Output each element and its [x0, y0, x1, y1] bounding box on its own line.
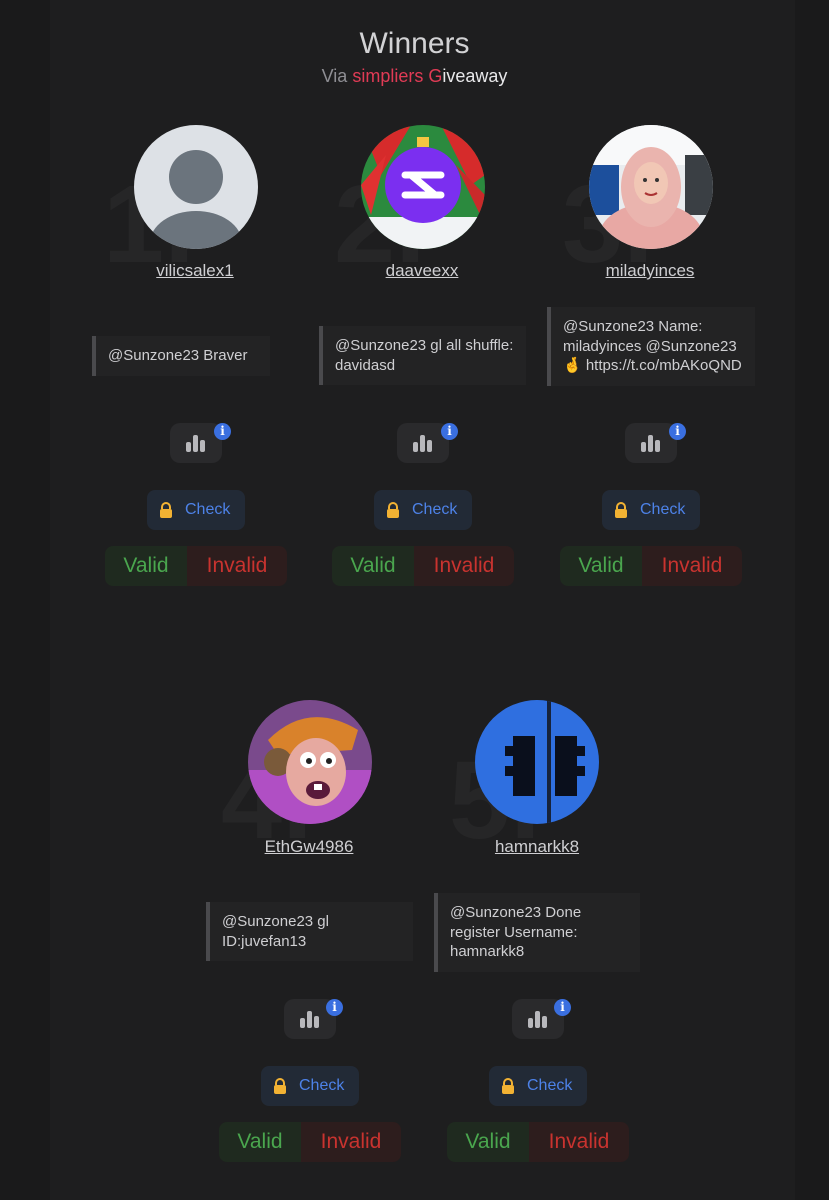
page-title: Winners	[359, 27, 470, 60]
lock-icon	[502, 1078, 514, 1094]
winner-comment: @Sunzone23 Done register Username: hamna…	[434, 893, 640, 972]
winner-card-5: 5. hamnarkk8 @Sunzone23 Done register Us…	[434, 696, 640, 1166]
bar-chart-icon	[413, 434, 435, 452]
validation-group: Valid Invalid	[447, 1122, 629, 1162]
validation-group: Valid Invalid	[219, 1122, 401, 1162]
valid-button[interactable]: Valid	[560, 546, 642, 586]
traffic-light-avatar[interactable]	[475, 700, 599, 824]
lock-icon	[160, 502, 172, 518]
bar-chart-icon	[300, 1010, 322, 1028]
winner-username[interactable]: daaveexx	[322, 261, 522, 281]
check-label: Check	[527, 1077, 573, 1094]
bar-chart-icon	[641, 434, 663, 452]
winner-card-3: 3. miladyinces @Sunzone23 Name: miladyin…	[547, 120, 755, 590]
check-button[interactable]: Check	[489, 1066, 587, 1106]
validation-group: Valid Invalid	[105, 546, 287, 586]
winner-username[interactable]: EthGw4986	[209, 837, 409, 857]
valid-button[interactable]: Valid	[447, 1122, 529, 1162]
lock-icon	[615, 502, 627, 518]
info-icon[interactable]: i	[214, 423, 231, 440]
invalid-button[interactable]: Invalid	[187, 546, 287, 586]
winner-comment: @Sunzone23 Name: miladyinces @Sunzone23 …	[547, 307, 755, 386]
brand-name[interactable]: simpliers Giveaway	[352, 66, 507, 86]
info-icon[interactable]: i	[669, 423, 686, 440]
via-label: Via	[321, 66, 348, 86]
invalid-button[interactable]: Invalid	[642, 546, 742, 586]
check-label: Check	[412, 501, 458, 518]
check-label: Check	[185, 501, 231, 518]
check-button[interactable]: Check	[261, 1066, 359, 1106]
validation-group: Valid Invalid	[560, 546, 742, 586]
winner-username[interactable]: miladyinces	[550, 261, 750, 281]
winner-card-4: 4. EthGw4986 @Sunzone23 gl ID:juvefan13 …	[206, 696, 413, 1166]
winner-card-2: 2. daaveexx @Sunzone23 gl all shuffle: d…	[319, 120, 526, 590]
info-icon[interactable]: i	[554, 999, 571, 1016]
info-icon[interactable]: i	[326, 999, 343, 1016]
check-label: Check	[640, 501, 686, 518]
winner-card-1: 1. vilicsalex1 @Sunzone23 Braver i Check…	[92, 120, 295, 590]
valid-button[interactable]: Valid	[105, 546, 187, 586]
check-label: Check	[299, 1077, 345, 1094]
valid-button[interactable]: Valid	[219, 1122, 301, 1162]
photo-avatar[interactable]	[589, 125, 713, 249]
check-button[interactable]: Check	[147, 490, 245, 530]
invalid-button[interactable]: Invalid	[414, 546, 514, 586]
invalid-button[interactable]: Invalid	[529, 1122, 629, 1162]
bar-chart-icon	[528, 1010, 550, 1028]
lock-icon	[274, 1078, 286, 1094]
lock-icon	[387, 502, 399, 518]
invalid-button[interactable]: Invalid	[301, 1122, 401, 1162]
info-icon[interactable]: i	[441, 423, 458, 440]
ornament-logo-avatar[interactable]	[361, 125, 485, 249]
check-button[interactable]: Check	[374, 490, 472, 530]
valid-button[interactable]: Valid	[332, 546, 414, 586]
winner-comment: @Sunzone23 Braver	[92, 336, 270, 376]
cartoon-avatar[interactable]	[248, 700, 372, 824]
default-avatar-icon[interactable]	[134, 125, 258, 249]
winner-username[interactable]: vilicsalex1	[95, 261, 295, 281]
validation-group: Valid Invalid	[332, 546, 514, 586]
check-button[interactable]: Check	[602, 490, 700, 530]
winner-username[interactable]: hamnarkk8	[437, 837, 637, 857]
page-subtitle: Via simpliers Giveaway	[0, 64, 829, 88]
winner-comment: @Sunzone23 gl ID:juvefan13	[206, 902, 413, 961]
bar-chart-icon	[186, 434, 208, 452]
winner-comment: @Sunzone23 gl all shuffle: davidasd	[319, 326, 526, 385]
header: Winners Via simpliers Giveaway	[0, 26, 829, 88]
